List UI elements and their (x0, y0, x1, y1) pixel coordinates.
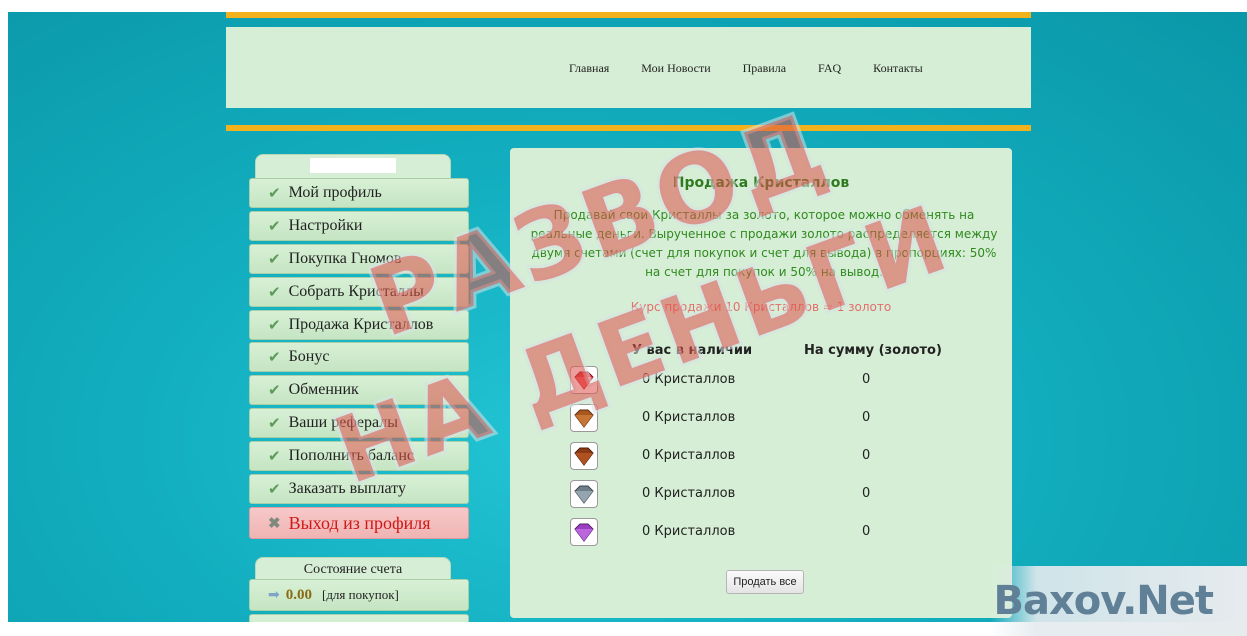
sidebar-item-label: Собрать Кристаллы (288, 283, 424, 300)
sidebar-item-withdraw[interactable]: ✔ Заказать выплату (249, 474, 469, 504)
sidebar-item-label: Бонус (288, 348, 330, 365)
page-background: Главная Мои Новости Правила FAQ Контакты… (8, 12, 1247, 622)
account-state-title: Состояние счета (303, 562, 403, 577)
table-row: 0 Кристаллов 0 (510, 480, 1012, 512)
table-row: 0 Кристаллов 0 (510, 404, 1012, 436)
sidebar-item-label: Заказать выплату (288, 480, 406, 497)
logout-label: Выход из профиля (288, 512, 431, 533)
nav-faq[interactable]: FAQ (818, 61, 841, 76)
check-icon: ✔ (268, 284, 281, 301)
sidebar-item-buy-gnomes[interactable]: ✔ Покупка Гномов (249, 244, 469, 274)
balance-value: 0.00 (285, 586, 312, 603)
sidebar-item-deposit[interactable]: ✔ Пополнить баланс (249, 441, 469, 471)
exchange-rate-text: Курс продажи 10 Кристаллов = 1 золото (630, 300, 892, 314)
sidebar-item-exchange[interactable]: ✔ Обменник (249, 375, 469, 405)
check-icon: ✔ (268, 415, 281, 432)
crystal-sum: 0 (862, 372, 871, 387)
table-row: 0 Кристаллов 0 (510, 518, 1012, 550)
crystal-quantity: 0 Кристаллов (642, 448, 736, 463)
table-row: 0 Кристаллов 0 (510, 366, 1012, 398)
column-header-have: У вас в наличии (632, 343, 753, 358)
sidebar-item-settings[interactable]: ✔ Настройки (249, 211, 469, 241)
balance-row: ➡ 0.00 [для покупок] (249, 579, 469, 611)
sidebar-item-label: Настройки (288, 217, 363, 234)
crystal-sum: 0 (862, 486, 871, 501)
nav-my-news[interactable]: Мои Новости (641, 61, 710, 76)
check-icon: ✔ (268, 349, 281, 366)
sidebar-item-referrals[interactable]: ✔ Ваши рефералы (249, 408, 469, 438)
crystal-quantity: 0 Кристаллов (642, 372, 736, 387)
sidebar-item-label: Мой профиль (288, 184, 382, 201)
page-title: Продажа Кристаллов (672, 175, 850, 191)
red-crystal-icon (570, 366, 598, 394)
site-header: Главная Мои Новости Правила FAQ Контакты (226, 27, 1031, 108)
description-text: Продавай свои Кристаллы за золото, котор… (530, 208, 998, 279)
check-icon: ✔ (268, 448, 281, 465)
sidebar-item-collect-crystals[interactable]: ✔ Собрать Кристаллы (249, 277, 469, 307)
gray-crystal-icon (570, 480, 598, 508)
check-icon: ✔ (268, 317, 281, 334)
sidebar-item-profile[interactable]: ✔ Мой профиль (249, 178, 469, 208)
crystal-quantity: 0 Кристаллов (642, 410, 736, 425)
column-header-sum: На сумму (золото) (804, 343, 942, 358)
crystal-sum: 0 (862, 410, 871, 425)
sidebar-item-label: Покупка Гномов (288, 250, 402, 267)
main-nav: Главная Мои Новости Правила FAQ Контакты (569, 61, 955, 76)
sidebar-item-label: Обменник (288, 381, 359, 398)
table-row: 0 Кристаллов 0 (510, 442, 1012, 474)
crystal-sum: 0 (862, 448, 871, 463)
username-placeholder (310, 158, 396, 173)
sidebar-item-label: Пополнить баланс (288, 447, 415, 464)
nav-home[interactable]: Главная (569, 61, 609, 76)
crystal-quantity: 0 Кристаллов (642, 524, 736, 539)
top-accent-stripe (226, 12, 1031, 18)
check-icon: ✔ (268, 251, 281, 268)
sidebar-item-sell-crystals[interactable]: ✔ Продажа Кристаллов (249, 310, 469, 340)
check-icon: ✔ (268, 218, 281, 235)
crystal-quantity: 0 Кристаллов (642, 486, 736, 501)
brown-crystal-icon (570, 404, 598, 432)
check-icon: ✔ (268, 481, 281, 498)
balance-row-next (249, 614, 469, 622)
sell-all-button[interactable]: Продать все (726, 570, 804, 594)
nav-rules[interactable]: Правила (743, 61, 786, 76)
arrow-right-icon: ➡ (268, 587, 280, 603)
site-watermark: Baxov.Net (990, 566, 1247, 636)
logout-button[interactable]: ✖ Выход из профиля (249, 507, 469, 539)
sidebar-menu-tab (255, 154, 451, 181)
check-icon: ✔ (268, 185, 281, 202)
dark-brown-crystal-icon (570, 442, 598, 470)
sidebar-item-bonus[interactable]: ✔ Бонус (249, 342, 469, 372)
sidebar-item-label: Ваши рефералы (288, 414, 398, 431)
crystal-sum: 0 (862, 524, 871, 539)
bottom-accent-stripe (226, 125, 1031, 131)
site-watermark-text: Baxov.Net (993, 578, 1214, 624)
sell-crystals-panel: Продажа Кристаллов Продавай свои Кристал… (510, 148, 1012, 618)
nav-contacts[interactable]: Контакты (873, 61, 923, 76)
close-icon: ✖ (268, 515, 281, 532)
check-icon: ✔ (268, 382, 281, 399)
purple-crystal-icon (570, 518, 598, 546)
sidebar-item-label: Продажа Кристаллов (288, 316, 434, 333)
balance-label: [для покупок] (321, 587, 399, 602)
